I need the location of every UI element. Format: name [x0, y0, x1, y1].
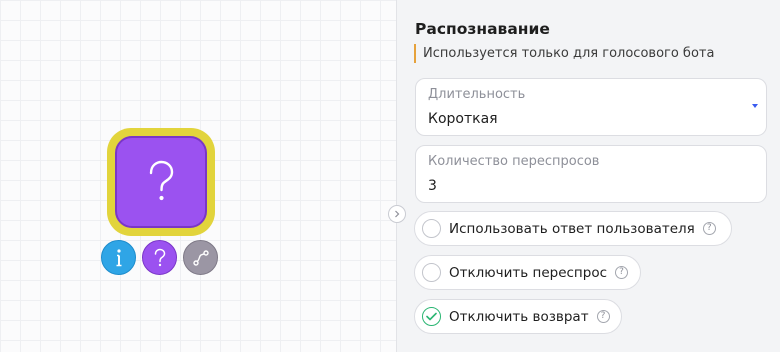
help-hint-icon[interactable]: ? — [702, 222, 716, 235]
disable-reprompt-checkbox[interactable]: Отключить переспрос ? — [414, 255, 641, 290]
help-hint-icon[interactable]: ? — [596, 310, 610, 323]
question-icon — [149, 160, 174, 201]
flow-canvas[interactable] — [0, 0, 396, 352]
panel-note: Используется только для голосового бота — [414, 44, 714, 63]
question-node-body[interactable] — [115, 136, 207, 228]
help-hint-icon[interactable]: ? — [615, 266, 629, 279]
check-circle-icon[interactable] — [422, 307, 441, 326]
question-node[interactable] — [107, 128, 215, 236]
unchecked-circle-icon[interactable] — [422, 263, 441, 282]
disable-return-checkbox[interactable]: Отключить возврат ? — [414, 299, 622, 334]
route-icon — [192, 249, 209, 266]
panel-title: Распознавание — [415, 20, 550, 38]
reprompt-count-value: 3 — [428, 178, 437, 194]
reprompt-count-label: Количество переспросов — [428, 154, 600, 169]
reprompt-count-input[interactable]: Количество переспросов 3 — [415, 145, 767, 203]
collapse-panel-button[interactable] — [388, 205, 406, 223]
info-button[interactable] — [101, 240, 136, 275]
duration-value: Короткая — [428, 111, 498, 127]
option-label: Отключить возврат — [449, 308, 589, 325]
info-icon — [116, 248, 121, 266]
duration-label: Длительность — [428, 87, 526, 102]
option-label: Отключить переспрос — [449, 264, 608, 281]
route-button[interactable] — [183, 240, 218, 275]
option-label: Использовать ответ пользователя — [449, 220, 695, 237]
node-action-bar — [101, 240, 218, 275]
chevron-right-icon — [395, 210, 400, 218]
duration-select[interactable]: Длительность Короткая — [415, 78, 767, 136]
question-icon — [154, 248, 165, 266]
help-button[interactable] — [142, 240, 177, 275]
properties-panel: Распознавание Используется только для го… — [396, 0, 780, 352]
caret-down-icon — [752, 104, 758, 108]
use-user-answer-checkbox[interactable]: Использовать ответ пользователя ? — [414, 211, 732, 246]
unchecked-circle-icon[interactable] — [422, 219, 441, 238]
